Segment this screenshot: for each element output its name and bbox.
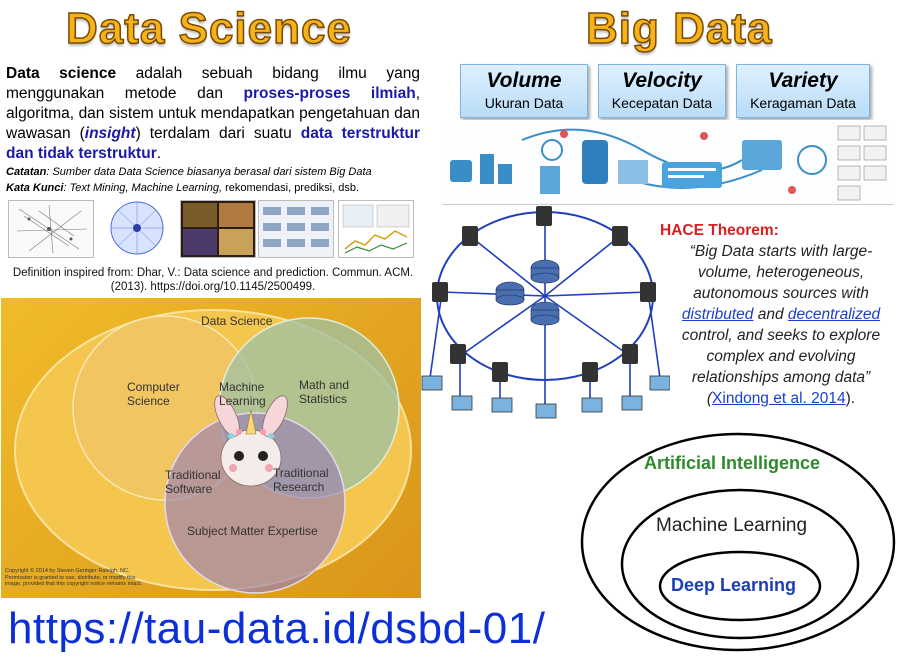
dashboard-thumbnail	[258, 200, 334, 258]
network-graph-thumbnail	[8, 200, 94, 258]
volume-box: Volume Ukuran Data	[460, 64, 588, 118]
ai-label: Artificial Intelligence	[644, 453, 821, 473]
divider-line	[442, 204, 894, 205]
data-science-title: Data Science	[65, 3, 352, 54]
venn-diagram-panel: Data Science Computer Science Machine Le…	[1, 298, 421, 598]
variety-box: Variety Keragaman Data	[736, 64, 870, 118]
velocity-title: Velocity	[622, 69, 702, 92]
big-data-infographic	[442, 120, 894, 204]
distributed-link[interactable]: distributed	[682, 306, 754, 323]
hace-quote-part1: “Big Data starts with large-volume, hete…	[689, 243, 873, 302]
kata-kunci-note: Kata Kunci: Text Mining, Machine Learnin…	[6, 181, 426, 196]
charts-thumbnail	[338, 200, 414, 258]
catatan-note: Catatan: Sumber data Data Science biasan…	[6, 165, 426, 180]
definition-paragraph: Data science adalah sebuah bidang ilmu y…	[6, 64, 420, 164]
xindong-citation-link[interactable]: Xindong et al. 2014	[712, 390, 846, 407]
footer-url[interactable]: https://tau-data.id/dsbd-01/	[8, 604, 545, 654]
catatan-text: : Sumber data Data Science biasanya bera…	[46, 166, 372, 178]
kata-kunci-italic: : Text Mining, Machine Learning,	[63, 182, 223, 194]
def-proses: proses-proses ilmiah	[243, 85, 416, 102]
decentralized-link[interactable]: decentralized	[788, 306, 880, 323]
def-text-3: ) terdalam dari suatu	[135, 125, 301, 142]
citation: Definition inspired from: Dhar, V.: Data…	[12, 267, 414, 293]
venn-label-traditional-research: Traditional Research	[273, 466, 329, 494]
venn-label-machine-learning: Machine Learning	[219, 380, 266, 408]
hace-and: and	[753, 306, 788, 323]
def-insight: insight	[84, 125, 136, 142]
dl-label: Deep Learning	[671, 575, 797, 595]
def-term: Data science	[6, 65, 117, 82]
velocity-box: Velocity Kecepatan Data	[598, 64, 726, 118]
photos-collage-thumbnail	[180, 200, 256, 258]
venn-copyright: Copyright © 2014 by Steven Geringer Rale…	[5, 568, 143, 587]
volume-sub: Ukuran Data	[484, 95, 564, 111]
ml-label: Machine Learning	[656, 515, 808, 536]
hace-quote: “Big Data starts with large-volume, hete…	[668, 241, 894, 409]
venn-label-math-statistics: Math and Statistics	[299, 378, 350, 406]
venn-label-computer-science: Computer Science	[127, 380, 180, 408]
kata-kunci-rest: rekomendasi, prediksi, dsb.	[222, 182, 359, 194]
venn-label-data-science: Data Science	[201, 314, 273, 328]
big-data-title: Big Data	[585, 3, 773, 54]
kata-kunci-label: Kata Kunci	[6, 182, 64, 194]
volume-title: Volume	[486, 69, 562, 92]
venn-diagram	[14, 309, 412, 594]
catatan-label: Catatan	[6, 166, 47, 178]
venn-label-subject-matter: Subject Matter Expertise	[187, 524, 318, 538]
venn-label-traditional-software: Traditional Software	[165, 468, 221, 496]
circular-graph-thumbnail	[110, 201, 164, 255]
hace-title: HACE Theorem:	[660, 222, 779, 239]
distributed-network-diagram	[421, 206, 670, 419]
hace-quote-end: ).	[845, 390, 856, 407]
def-period: .	[156, 145, 162, 162]
velocity-sub: Kecepatan Data	[611, 95, 713, 111]
variety-title: Variety	[768, 69, 838, 92]
variety-sub: Keragaman Data	[750, 95, 856, 111]
